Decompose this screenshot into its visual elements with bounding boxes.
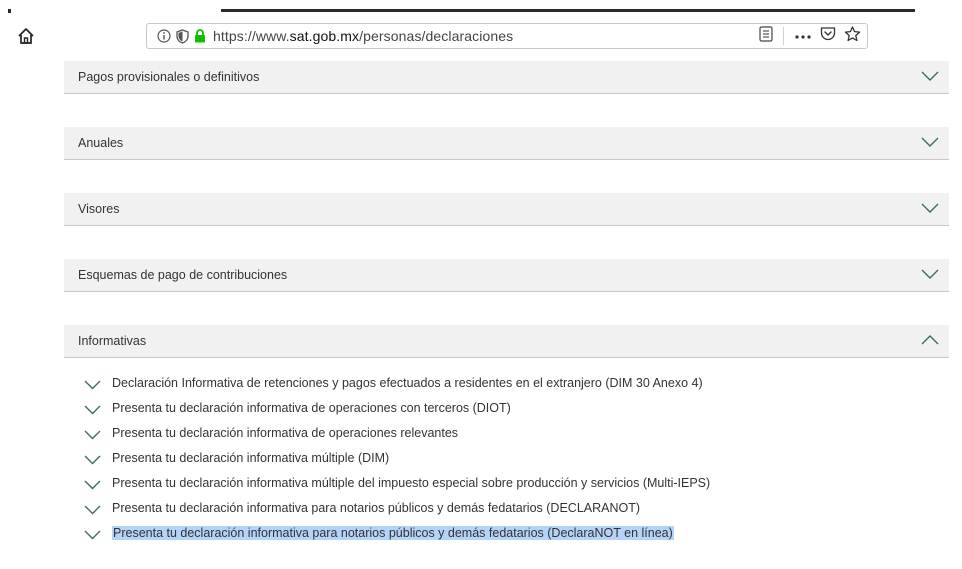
- accordion-label: Esquemas de pago de contribuciones: [78, 268, 288, 282]
- chevron-down-icon: [84, 380, 101, 390]
- url-path: /personas/declaraciones: [359, 28, 514, 44]
- home-icon[interactable]: [16, 26, 36, 46]
- informativas-list: Declaración Informativa de retenciones y…: [64, 374, 949, 549]
- list-item[interactable]: Presenta tu declaración informativa de o…: [64, 424, 949, 449]
- browser-toolbar: https://www.sat.gob.mx/personas/declarac…: [0, 0, 962, 58]
- list-item-label[interactable]: Presenta tu declaración informativa múlt…: [112, 451, 389, 465]
- url-text[interactable]: https://www.sat.gob.mx/personas/declarac…: [213, 28, 513, 44]
- address-bar[interactable]: https://www.sat.gob.mx/personas/declarac…: [146, 23, 868, 49]
- list-item[interactable]: Presenta tu declaración informativa múlt…: [64, 474, 949, 499]
- accordion-label: Visores: [78, 202, 120, 216]
- list-item-selected[interactable]: Presenta tu declaración informativa para…: [64, 524, 949, 549]
- accordion-esquemas-de-pago[interactable]: Esquemas de pago de contribuciones: [64, 259, 949, 292]
- list-item[interactable]: Presenta tu declaración informativa de o…: [64, 399, 949, 424]
- info-icon[interactable]: [157, 29, 171, 43]
- accordion-label: Pagos provisionales o definitivos: [78, 70, 260, 84]
- list-item-label[interactable]: Presenta tu declaración informativa para…: [112, 501, 640, 515]
- list-item-label[interactable]: Declaración Informativa de retenciones y…: [112, 376, 703, 390]
- list-item[interactable]: Presenta tu declaración informativa para…: [64, 499, 949, 524]
- pocket-icon[interactable]: [820, 26, 836, 46]
- list-item-label[interactable]: Presenta tu declaración informativa múlt…: [112, 476, 710, 490]
- chevron-down-icon: [921, 203, 939, 213]
- more-actions-icon[interactable]: [794, 29, 812, 43]
- chevron-down-icon: [921, 269, 939, 279]
- tab-strip-edge: [8, 9, 11, 13]
- list-item-label[interactable]: Presenta tu declaración informativa de o…: [112, 401, 511, 415]
- list-item-label[interactable]: Presenta tu declaración informativa de o…: [112, 426, 458, 440]
- chevron-down-icon: [84, 430, 101, 440]
- accordion-label: Informativas: [78, 334, 147, 348]
- chevron-down-icon: [84, 405, 101, 415]
- selected-list-item-label[interactable]: Presenta tu declaración informativa para…: [112, 526, 674, 540]
- chevron-down-icon: [84, 530, 101, 540]
- url-prefix: https://www.: [213, 28, 290, 44]
- list-item[interactable]: Declaración Informativa de retenciones y…: [64, 374, 949, 399]
- accordion-pagos-provisionales[interactable]: Pagos provisionales o definitivos: [64, 61, 949, 94]
- url-separator: [783, 27, 784, 45]
- chevron-down-icon: [84, 480, 101, 490]
- accordion-label: Anuales: [78, 136, 124, 150]
- accordion-visores[interactable]: Visores: [64, 193, 949, 226]
- bookmark-star-icon[interactable]: [844, 25, 861, 47]
- list-item[interactable]: Presenta tu declaración informativa múlt…: [64, 449, 949, 474]
- chevron-down-icon: [84, 505, 101, 515]
- accordion-anuales[interactable]: Anuales: [64, 127, 949, 160]
- tab-strip[interactable]: [221, 9, 915, 12]
- chevron-down-icon: [84, 455, 101, 465]
- chevron-down-icon: [921, 71, 939, 81]
- url-domain: sat.gob.mx: [289, 28, 360, 44]
- lock-icon[interactable]: [194, 29, 206, 43]
- accordion-informativas[interactable]: Informativas: [64, 325, 949, 358]
- chevron-down-icon: [921, 137, 939, 147]
- tracking-shield-icon[interactable]: [176, 28, 189, 44]
- chevron-up-icon: [921, 335, 939, 345]
- reader-view-icon[interactable]: [759, 25, 773, 47]
